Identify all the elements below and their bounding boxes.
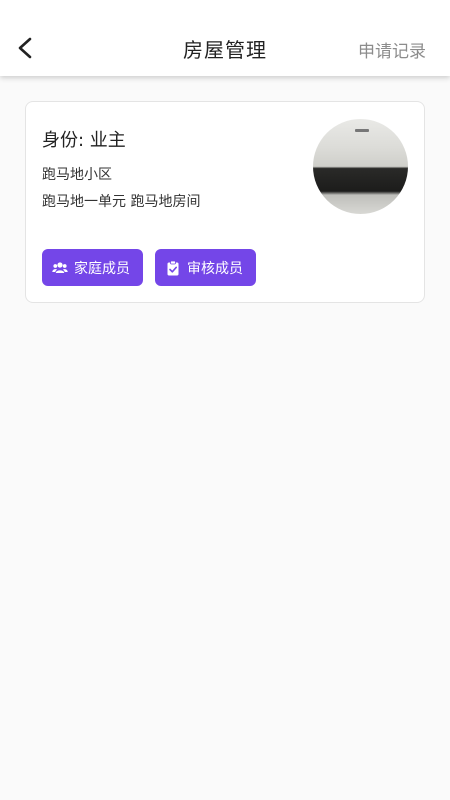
family-members-button[interactable]: 家庭成员: [42, 249, 143, 286]
unit-address: 跑马地一单元 跑马地房间: [42, 194, 201, 210]
users-icon: [52, 261, 68, 273]
app-header: 房屋管理 申请记录: [0, 0, 450, 76]
review-members-label: 审核成员: [187, 260, 243, 277]
application-records-link[interactable]: 申请记录: [358, 37, 426, 62]
family-members-label: 家庭成员: [74, 260, 130, 277]
clipboard-check-icon: [167, 260, 179, 275]
house-avatar: [313, 119, 408, 214]
house-card: 身份: 业主 跑马地小区 跑马地一单元 跑马地房间 家庭成员 审核成员: [25, 101, 425, 303]
community-name: 跑马地小区: [42, 167, 112, 183]
review-members-button[interactable]: 审核成员: [155, 249, 256, 286]
identity-label: 身份: 业主: [42, 130, 126, 151]
